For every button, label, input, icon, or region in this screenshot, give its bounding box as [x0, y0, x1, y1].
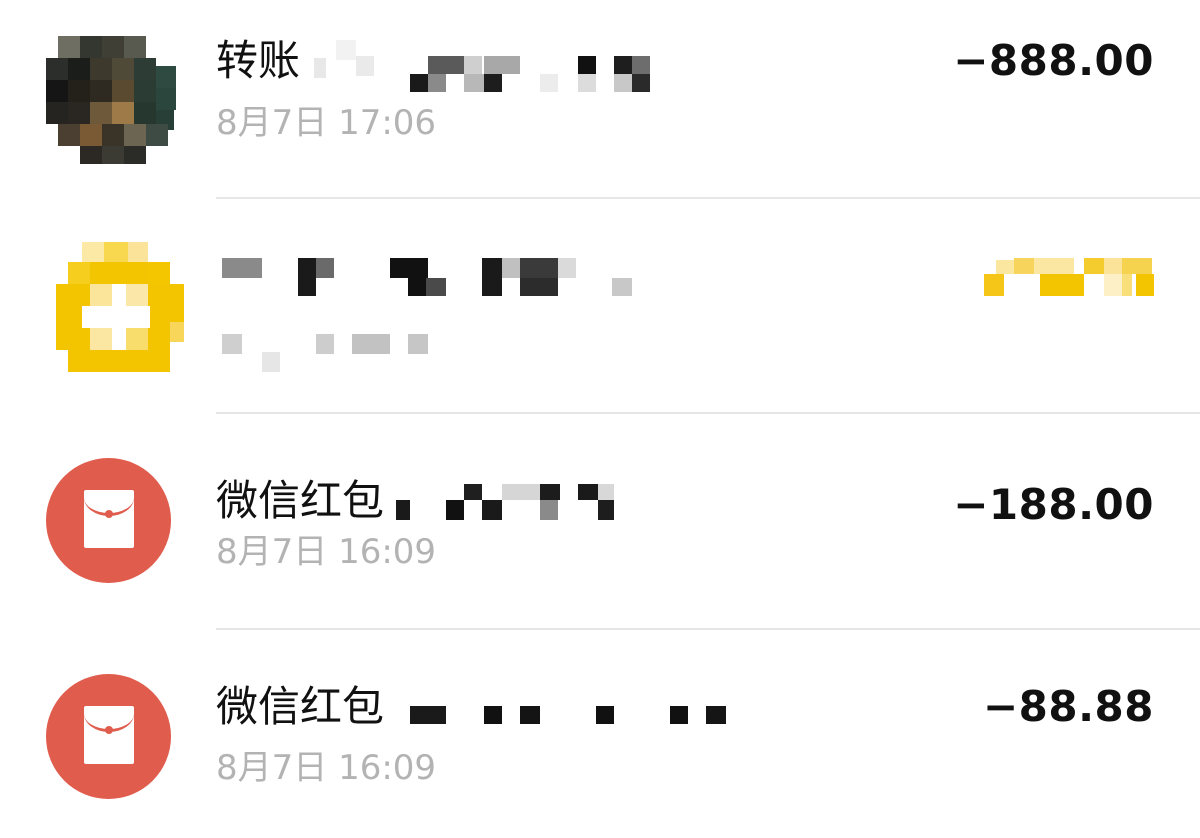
transaction-row[interactable]: 微信红包 8月7日 16:09 −188.00 [0, 414, 1200, 629]
transaction-amount: −88.88 [982, 682, 1154, 731]
transaction-row[interactable]: 微信红包 8月7日 16:09 −88.88 [0, 630, 1200, 838]
transaction-list: 转账 8月7日 17:06 −888.00 微信红包 8月7日 16:09 −1… [0, 0, 1200, 838]
transaction-row[interactable]: 转账 8月7日 17:06 −888.00 [0, 0, 1200, 215]
transaction-title: 转账 [216, 36, 301, 85]
transaction-date: 8月7日 17:06 [216, 103, 437, 143]
transaction-row[interactable] [0, 200, 1200, 415]
yellow-merchant-icon [46, 242, 184, 372]
transaction-date: 8月7日 16:09 [216, 532, 437, 572]
user-avatar-icon [46, 36, 176, 164]
transaction-amount: −188.00 [953, 480, 1154, 529]
red-packet-icon [46, 674, 171, 799]
transaction-title: 微信红包 [216, 476, 385, 525]
transaction-title: 微信红包 [216, 682, 385, 731]
transaction-amount: −888.00 [953, 36, 1154, 85]
divider [216, 197, 1200, 199]
red-packet-icon [46, 458, 171, 583]
transaction-date: 8月7日 16:09 [216, 748, 437, 788]
